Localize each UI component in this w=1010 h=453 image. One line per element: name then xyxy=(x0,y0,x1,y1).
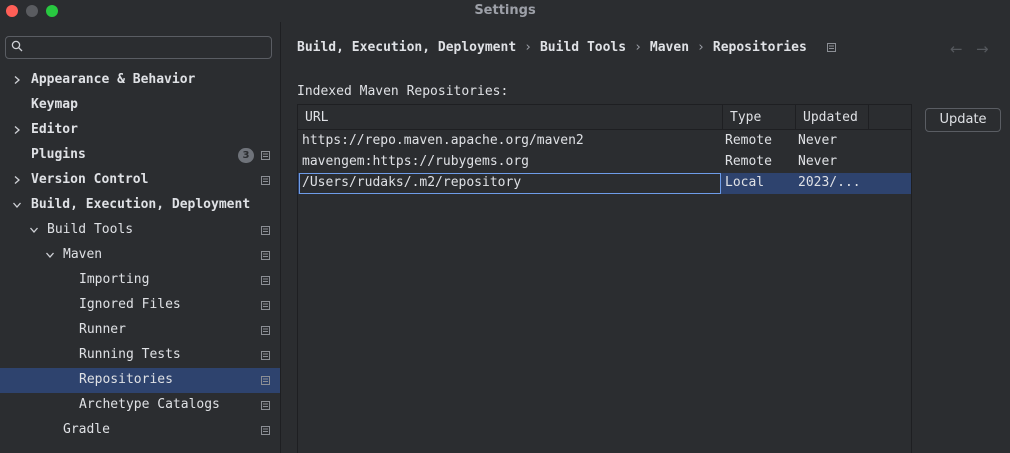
sidebar-item-version-control[interactable]: Version Control xyxy=(0,168,280,193)
table-row[interactable]: mavengem:https://rubygems.org Remote Nev… xyxy=(298,152,911,173)
chevron-right-icon[interactable] xyxy=(12,125,22,135)
sidebar-item-label: Running Tests xyxy=(79,347,181,362)
column-header-type[interactable]: Type xyxy=(723,105,796,130)
sidebar-item-archetype-catalogs[interactable]: Archetype Catalogs xyxy=(0,393,280,418)
cell-type: Local xyxy=(725,175,765,190)
sidebar-item-plugins[interactable]: Plugins 3 xyxy=(0,143,280,168)
sidebar-item-gradle[interactable]: Gradle xyxy=(0,418,280,443)
project-settings-icon xyxy=(261,151,270,160)
sidebar-item-label: Plugins xyxy=(31,147,86,162)
sidebar-item-label: Gradle xyxy=(63,422,110,437)
breadcrumb-item: Repositories xyxy=(712,40,807,55)
breadcrumb: Build, Execution, Deployment › Build Tools… xyxy=(297,40,836,58)
cell-updated: Never xyxy=(798,154,838,169)
project-settings-icon xyxy=(261,351,270,360)
project-settings-icon xyxy=(261,226,270,235)
sidebar-item-label: Build Tools xyxy=(47,222,134,237)
project-settings-icon xyxy=(261,301,270,310)
title-bar: Settings xyxy=(0,0,1010,22)
settings-content-panel: Build, Execution, Deployment › Build Tools… xyxy=(282,22,1010,453)
project-settings-icon xyxy=(261,276,270,285)
settings-search-input[interactable] xyxy=(30,39,266,56)
sidebar-item-label: Version Control xyxy=(31,172,149,187)
column-header-url[interactable]: URL xyxy=(298,105,723,130)
settings-sidebar: Appearance & Behavior Keymap Editor Plug… xyxy=(0,22,281,453)
chevron-right-icon[interactable] xyxy=(12,175,22,185)
cell-url: https://repo.maven.apache.org/maven2 xyxy=(302,133,584,148)
project-settings-icon xyxy=(261,401,270,410)
breadcrumb-separator: › xyxy=(697,40,705,55)
update-button[interactable]: Update xyxy=(925,108,1001,132)
sidebar-item-repositories[interactable]: Repositories xyxy=(0,368,280,393)
window-title: Settings xyxy=(474,3,536,18)
cell-type: Remote xyxy=(725,133,772,148)
repositories-table[interactable]: URL Type Updated https://repo.maven.apac… xyxy=(297,104,912,453)
sidebar-item-label: Archetype Catalogs xyxy=(79,397,220,412)
search-icon xyxy=(11,40,23,52)
sidebar-item-label: Runner xyxy=(79,322,126,337)
cell-url: mavengem:https://rubygems.org xyxy=(302,154,529,169)
sidebar-item-runner[interactable]: Runner xyxy=(0,318,280,343)
section-label: Indexed Maven Repositories: xyxy=(297,84,509,99)
sidebar-item-editor[interactable]: Editor xyxy=(0,118,280,143)
breadcrumb-item[interactable]: Build Tools xyxy=(540,40,626,55)
project-settings-icon xyxy=(261,251,270,260)
project-settings-icon xyxy=(826,43,836,52)
sidebar-item-label: Repositories xyxy=(79,372,173,387)
sidebar-item-label: Build, Execution, Deployment xyxy=(31,197,251,212)
sidebar-item-ignored-files[interactable]: Ignored Files xyxy=(0,293,280,318)
sidebar-item-label: Maven xyxy=(63,247,103,262)
project-settings-icon xyxy=(261,176,270,185)
project-settings-icon xyxy=(261,426,270,435)
column-header-updated[interactable]: Updated xyxy=(796,105,869,130)
cell-updated: 2023/... xyxy=(798,175,861,190)
cell-url: /Users/rudaks/.m2/repository xyxy=(302,175,522,190)
chevron-down-icon[interactable] xyxy=(12,200,22,210)
sidebar-item-running-tests[interactable]: Running Tests xyxy=(0,343,280,368)
table-row[interactable]: https://repo.maven.apache.org/maven2 Rem… xyxy=(298,131,911,152)
settings-search-box[interactable] xyxy=(5,36,272,59)
url-cell-editor[interactable]: /Users/rudaks/.m2/repository xyxy=(299,173,721,194)
table-row-selected[interactable]: /Users/rudaks/.m2/repository Local 2023/… xyxy=(298,173,911,194)
cell-updated: Never xyxy=(798,133,838,148)
chevron-down-icon[interactable] xyxy=(29,225,39,235)
sidebar-item-maven[interactable]: Maven xyxy=(0,243,280,268)
project-settings-icon xyxy=(261,376,270,385)
sidebar-item-build-execution-deployment[interactable]: Build, Execution, Deployment xyxy=(0,193,280,218)
breadcrumb-separator: › xyxy=(524,40,532,55)
breadcrumb-separator: › xyxy=(634,40,642,55)
sidebar-item-label: Ignored Files xyxy=(79,297,181,312)
project-settings-icon xyxy=(261,326,270,335)
chevron-down-icon[interactable] xyxy=(45,250,55,260)
table-header: URL Type Updated xyxy=(298,105,911,130)
sidebar-item-label: Keymap xyxy=(31,97,78,112)
sidebar-item-appearance-behavior[interactable]: Appearance & Behavior xyxy=(0,68,280,93)
sidebar-item-importing[interactable]: Importing xyxy=(0,268,280,293)
plugins-update-badge: 3 xyxy=(238,148,254,163)
arrow-right-icon[interactable]: → xyxy=(976,40,989,58)
sidebar-item-keymap[interactable]: Keymap xyxy=(0,93,280,118)
sidebar-item-label: Appearance & Behavior xyxy=(31,72,196,87)
breadcrumb-item[interactable]: Maven xyxy=(650,40,689,55)
cell-type: Remote xyxy=(725,154,772,169)
sidebar-item-build-tools[interactable]: Build Tools xyxy=(0,218,280,243)
arrow-left-icon[interactable]: ← xyxy=(950,40,963,58)
sidebar-item-label: Editor xyxy=(31,122,78,137)
breadcrumb-item[interactable]: Build, Execution, Deployment xyxy=(297,40,516,55)
sidebar-item-label: Importing xyxy=(79,272,150,287)
chevron-right-icon[interactable] xyxy=(12,75,22,85)
